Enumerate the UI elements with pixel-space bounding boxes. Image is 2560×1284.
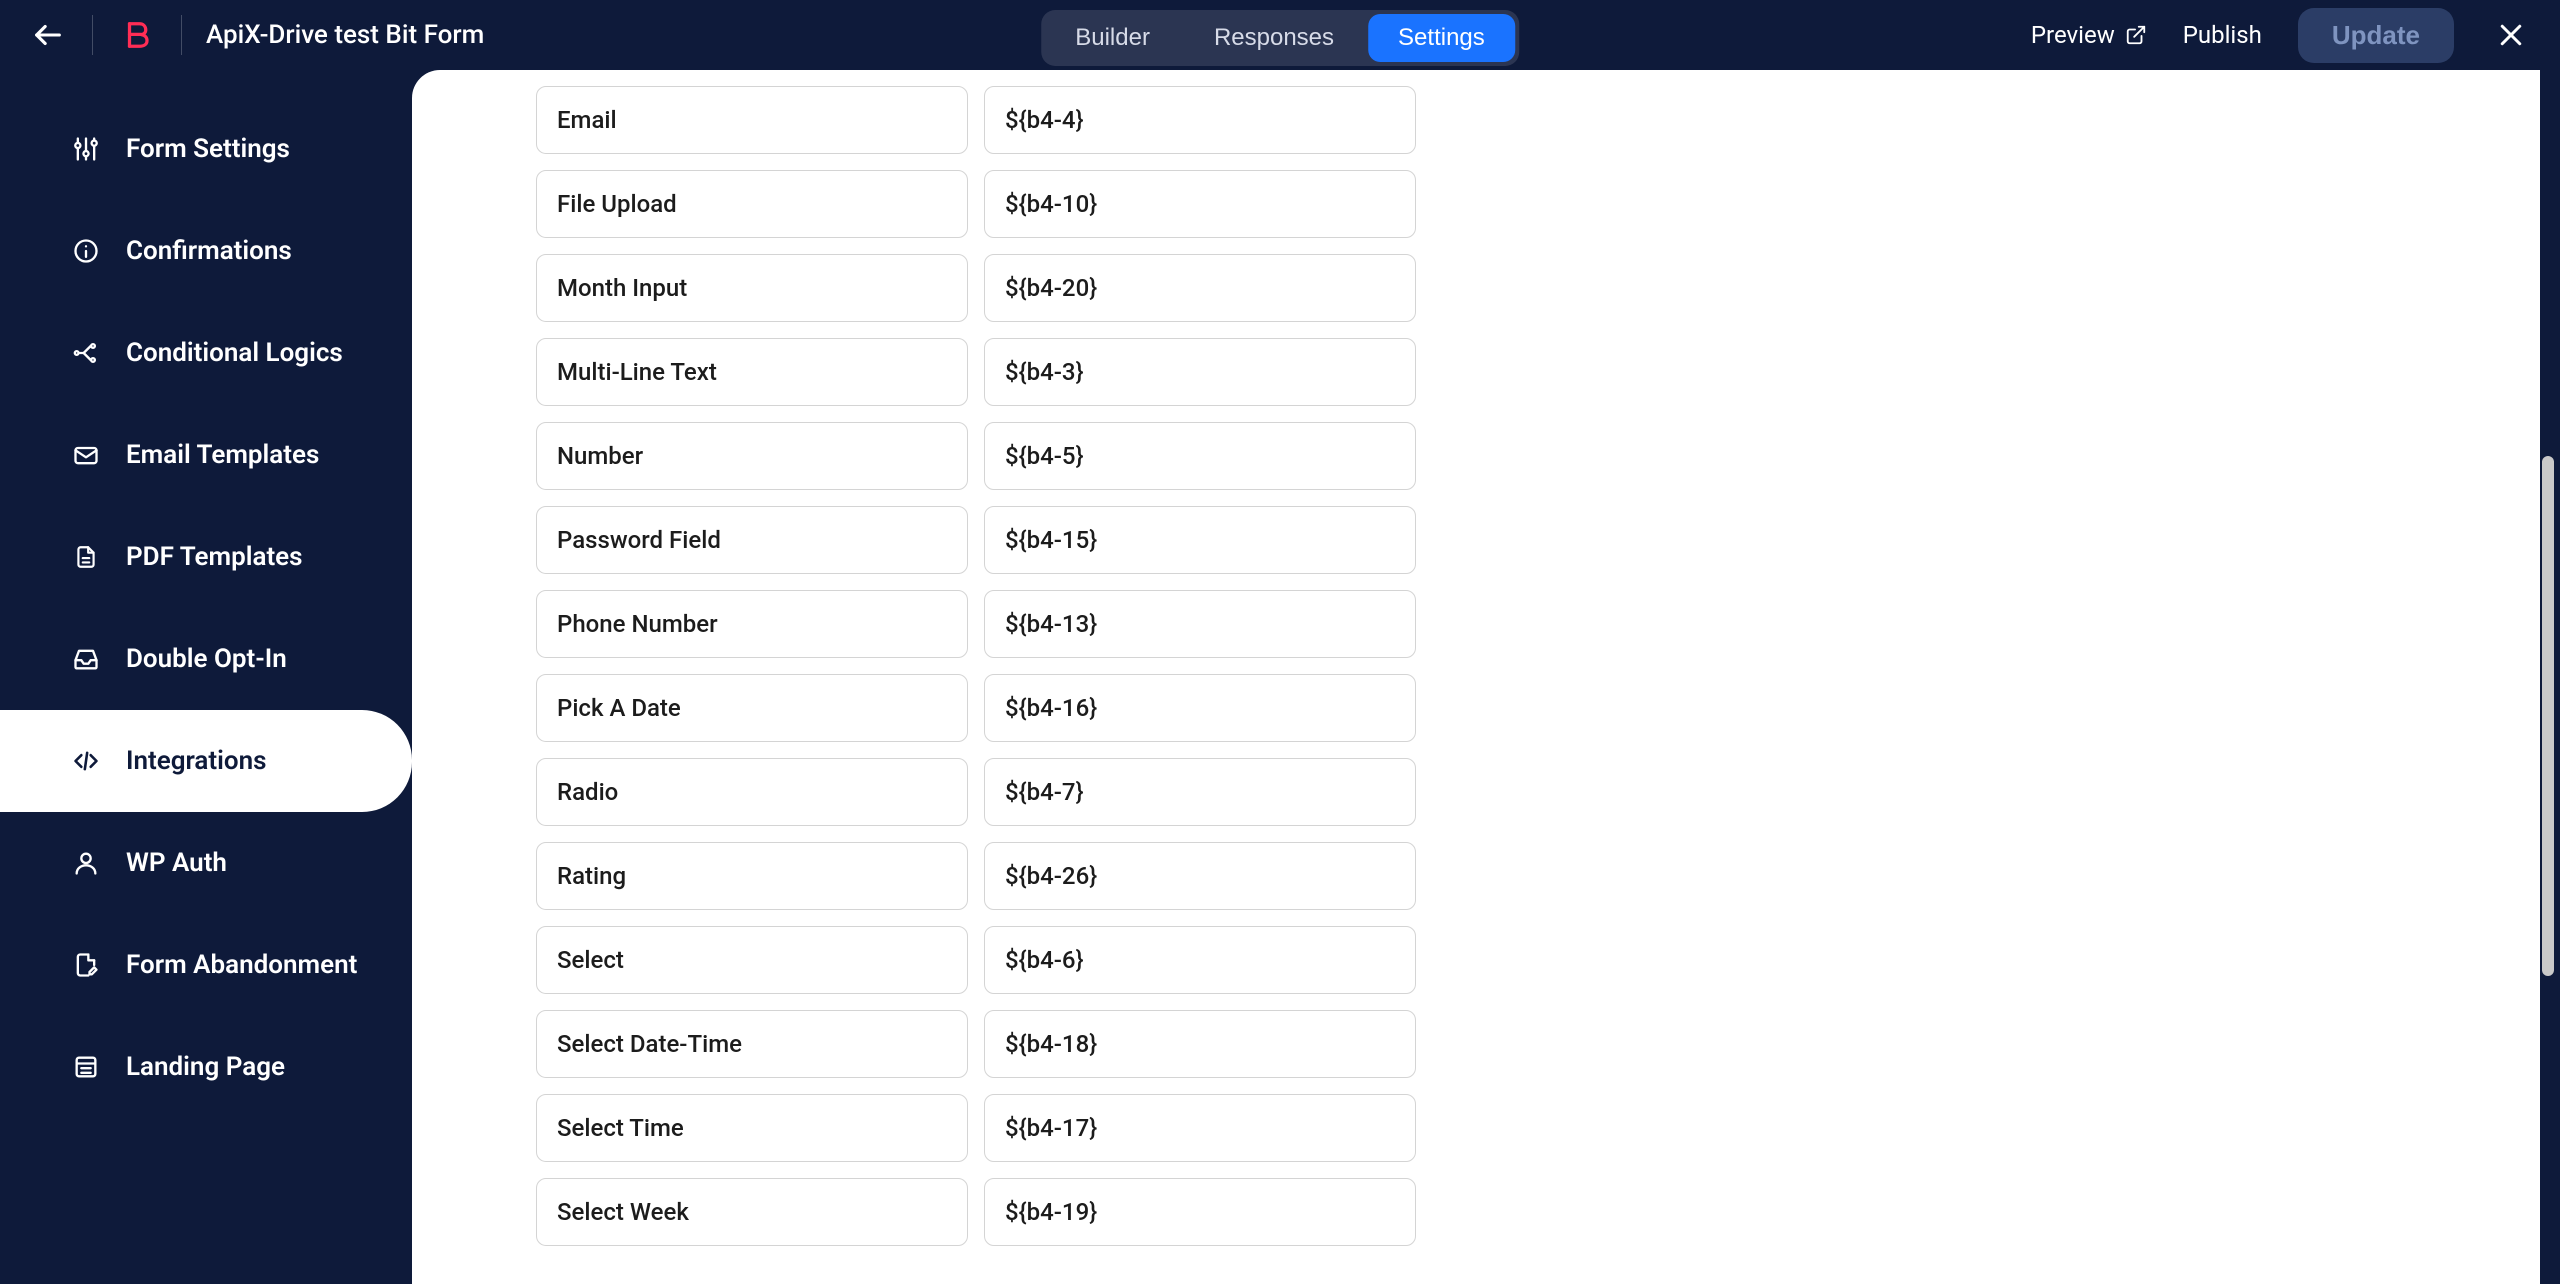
field-label-cell[interactable]: Select Date-Time bbox=[536, 1010, 968, 1078]
page-title: ApiX-Drive test Bit Form bbox=[206, 20, 484, 50]
sidebar-item-label: WP Auth bbox=[126, 848, 227, 878]
field-row: Email${b4-4} bbox=[536, 86, 2416, 154]
field-code-cell[interactable]: ${b4-18} bbox=[984, 1010, 1416, 1078]
field-label-cell[interactable]: Number bbox=[536, 422, 968, 490]
spacer bbox=[0, 70, 412, 98]
field-row: Radio${b4-7} bbox=[536, 758, 2416, 826]
field-code-cell[interactable]: ${b4-19} bbox=[984, 1178, 1416, 1246]
field-code-cell[interactable]: ${b4-4} bbox=[984, 86, 1416, 154]
sidebar-item-pdf-templates[interactable]: PDF Templates bbox=[0, 506, 412, 608]
field-label-cell[interactable]: Phone Number bbox=[536, 590, 968, 658]
sidebar-item-integrations[interactable]: Integrations bbox=[0, 710, 412, 812]
field-row: File Upload${b4-10} bbox=[536, 170, 2416, 238]
update-button[interactable]: Update bbox=[2298, 8, 2454, 63]
preview-link[interactable]: Preview bbox=[2031, 21, 2147, 49]
field-label-cell[interactable]: Pick A Date bbox=[536, 674, 968, 742]
branch-icon bbox=[70, 337, 102, 369]
sidebar-item-label: Form Settings bbox=[126, 134, 290, 164]
field-code-cell[interactable]: ${b4-26} bbox=[984, 842, 1416, 910]
field-code-cell[interactable]: ${b4-17} bbox=[984, 1094, 1416, 1162]
field-code-cell[interactable]: ${b4-7} bbox=[984, 758, 1416, 826]
field-label-cell[interactable]: Select Week bbox=[536, 1178, 968, 1246]
view-tabs: Builder Responses Settings bbox=[1041, 10, 1519, 66]
field-label-cell[interactable]: File Upload bbox=[536, 170, 968, 238]
sidebar-item-label: Landing Page bbox=[126, 1052, 285, 1082]
sidebar-item-form-abandonment[interactable]: Form Abandonment bbox=[0, 914, 412, 1016]
field-row: Password Field${b4-15} bbox=[536, 506, 2416, 574]
field-label-cell[interactable]: Password Field bbox=[536, 506, 968, 574]
sidebar-item-confirmations[interactable]: Confirmations bbox=[0, 200, 412, 302]
sidebar-item-label: Email Templates bbox=[126, 440, 319, 470]
tab-settings[interactable]: Settings bbox=[1368, 14, 1515, 62]
sidebar-item-label: Integrations bbox=[126, 746, 267, 776]
sidebar-item-label: Confirmations bbox=[126, 236, 292, 266]
sliders-icon bbox=[70, 133, 102, 165]
sidebar-item-label: PDF Templates bbox=[126, 542, 303, 572]
mail-icon bbox=[70, 439, 102, 471]
external-link-icon bbox=[2125, 24, 2147, 46]
field-mapping-list: Email${b4-4}File Upload${b4-10}Month Inp… bbox=[412, 70, 2540, 1284]
field-row: Multi-Line Text${b4-3} bbox=[536, 338, 2416, 406]
divider bbox=[181, 15, 182, 55]
field-label-cell[interactable]: Multi-Line Text bbox=[536, 338, 968, 406]
user-icon bbox=[70, 847, 102, 879]
scrollbar[interactable] bbox=[2542, 86, 2554, 1272]
layout-icon bbox=[70, 1051, 102, 1083]
publish-link[interactable]: Publish bbox=[2183, 21, 2262, 49]
field-code-cell[interactable]: ${b4-20} bbox=[984, 254, 1416, 322]
topbar-right: Preview Publish Update bbox=[2031, 8, 2532, 63]
field-row: Month Input${b4-20} bbox=[536, 254, 2416, 322]
sidebar: Form Settings Confirmations Conditional … bbox=[0, 70, 412, 1284]
field-row: Select Date-Time${b4-18} bbox=[536, 1010, 2416, 1078]
sidebar-item-conditional-logics[interactable]: Conditional Logics bbox=[0, 302, 412, 404]
divider bbox=[92, 15, 93, 55]
main-panel: Email${b4-4}File Upload${b4-10}Month Inp… bbox=[412, 70, 2540, 1284]
sidebar-item-label: Form Abandonment bbox=[126, 950, 357, 980]
field-code-cell[interactable]: ${b4-10} bbox=[984, 170, 1416, 238]
sidebar-item-label: Conditional Logics bbox=[126, 338, 343, 368]
form-edit-icon bbox=[70, 949, 102, 981]
field-label-cell[interactable]: Email bbox=[536, 86, 968, 154]
field-label-cell[interactable]: Select Time bbox=[536, 1094, 968, 1162]
sidebar-item-label: Double Opt-In bbox=[126, 644, 287, 674]
field-label-cell[interactable]: Rating bbox=[536, 842, 968, 910]
field-code-cell[interactable]: ${b4-6} bbox=[984, 926, 1416, 994]
preview-label: Preview bbox=[2031, 21, 2115, 49]
close-icon[interactable] bbox=[2490, 14, 2532, 56]
field-row: Select Time${b4-17} bbox=[536, 1094, 2416, 1162]
field-code-cell[interactable]: ${b4-5} bbox=[984, 422, 1416, 490]
field-code-cell[interactable]: ${b4-16} bbox=[984, 674, 1416, 742]
field-row: Phone Number${b4-13} bbox=[536, 590, 2416, 658]
document-icon bbox=[70, 541, 102, 573]
field-label-cell[interactable]: Month Input bbox=[536, 254, 968, 322]
field-label-cell[interactable]: Radio bbox=[536, 758, 968, 826]
tab-responses[interactable]: Responses bbox=[1184, 14, 1364, 62]
info-icon bbox=[70, 235, 102, 267]
field-code-cell[interactable]: ${b4-3} bbox=[984, 338, 1416, 406]
scrollbar-thumb[interactable] bbox=[2542, 456, 2554, 976]
field-code-cell[interactable]: ${b4-13} bbox=[984, 590, 1416, 658]
field-row: Pick A Date${b4-16} bbox=[536, 674, 2416, 742]
topbar: ApiX-Drive test Bit Form Builder Respons… bbox=[0, 0, 2560, 70]
field-row: Rating${b4-26} bbox=[536, 842, 2416, 910]
tab-builder[interactable]: Builder bbox=[1045, 14, 1180, 62]
sidebar-item-double-opt-in[interactable]: Double Opt-In bbox=[0, 608, 412, 710]
field-code-cell[interactable]: ${b4-15} bbox=[984, 506, 1416, 574]
sidebar-item-landing-page[interactable]: Landing Page bbox=[0, 1016, 412, 1118]
sidebar-item-form-settings[interactable]: Form Settings bbox=[0, 98, 412, 200]
sidebar-item-email-templates[interactable]: Email Templates bbox=[0, 404, 412, 506]
app-logo[interactable] bbox=[117, 15, 157, 55]
inbox-icon bbox=[70, 643, 102, 675]
field-row: Select Week${b4-19} bbox=[536, 1178, 2416, 1246]
sidebar-item-wp-auth[interactable]: WP Auth bbox=[0, 812, 412, 914]
back-icon[interactable] bbox=[28, 15, 68, 55]
field-row: Number${b4-5} bbox=[536, 422, 2416, 490]
field-row: Select${b4-6} bbox=[536, 926, 2416, 994]
field-label-cell[interactable]: Select bbox=[536, 926, 968, 994]
code-icon bbox=[70, 745, 102, 777]
